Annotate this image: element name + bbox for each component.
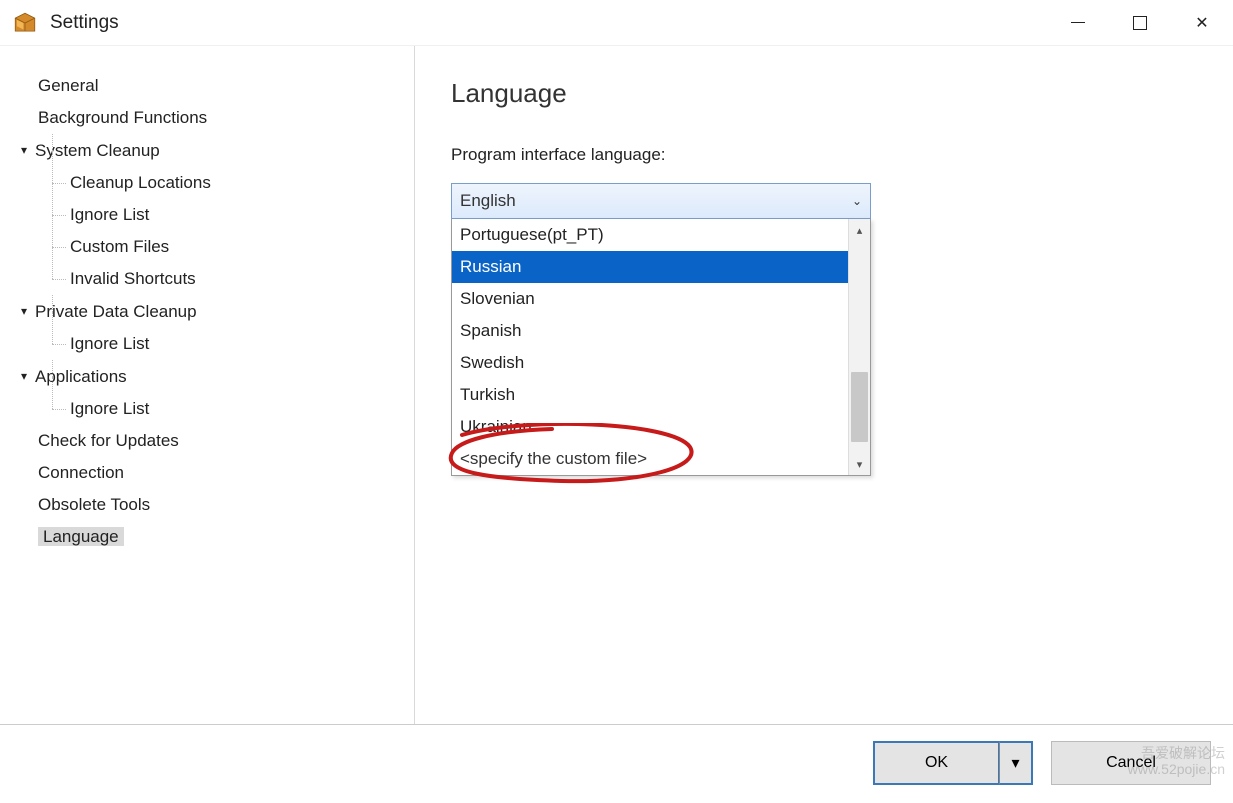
chevron-down-icon: ⌄ (852, 194, 862, 208)
chevron-down-icon: ▾ (18, 134, 30, 166)
tree-item-general[interactable]: General (18, 70, 414, 102)
tree-item-ignore-list[interactable]: Ignore List (18, 199, 414, 231)
combobox-header[interactable]: English ⌄ (451, 183, 871, 219)
tree-item-system-cleanup[interactable]: ▾System Cleanup (18, 134, 414, 167)
tree-item-applications[interactable]: ▾Applications (18, 360, 414, 393)
tree-item-ignore-list-3[interactable]: Ignore List (18, 393, 414, 425)
app-icon (12, 10, 38, 36)
dropdown-option[interactable]: Turkish (452, 379, 848, 411)
titlebar: Settings ✕ (0, 0, 1233, 46)
chevron-down-icon: ▾ (18, 295, 30, 327)
ok-button[interactable]: OK (873, 741, 999, 785)
window-controls: ✕ (1047, 0, 1233, 45)
dropdown-option[interactable]: Slovenian (452, 283, 848, 315)
tree-item-connection[interactable]: Connection (18, 457, 414, 489)
close-button[interactable]: ✕ (1171, 0, 1233, 45)
maximize-button[interactable] (1109, 0, 1171, 45)
tree-item-language[interactable]: Language (18, 521, 414, 553)
combobox-selected-value: English (460, 191, 516, 211)
content-pane: Language Program interface language: Eng… (415, 46, 1233, 724)
tree-item-obsolete-tools[interactable]: Obsolete Tools (18, 489, 414, 521)
window-title: Settings (50, 12, 119, 34)
language-dropdown: Portuguese(pt_PT) Russian Slovenian Span… (451, 219, 871, 476)
page-heading: Language (451, 78, 1233, 109)
chevron-down-icon: ▾ (18, 360, 30, 392)
dropdown-option[interactable]: Swedish (452, 347, 848, 379)
scrollbar-track[interactable] (849, 241, 870, 453)
settings-tree: General Background Functions ▾System Cle… (0, 46, 415, 724)
ok-button-group: OK ▾ (873, 741, 1033, 785)
language-combobox[interactable]: English ⌄ Portuguese(pt_PT) Russian Slov… (451, 183, 871, 219)
ok-dropdown-button[interactable]: ▾ (999, 741, 1033, 785)
tree-item-cleanup-locations[interactable]: Cleanup Locations (18, 167, 414, 199)
scroll-down-icon[interactable]: ▾ (849, 453, 870, 475)
tree-item-custom-files[interactable]: Custom Files (18, 231, 414, 263)
scrollbar-thumb[interactable] (851, 372, 868, 442)
cancel-button[interactable]: Cancel (1051, 741, 1211, 785)
dropdown-option[interactable]: Portuguese(pt_PT) (452, 219, 848, 251)
dropdown-option-highlighted[interactable]: Russian (452, 251, 848, 283)
dialog-footer: OK ▾ Cancel (0, 724, 1233, 800)
tree-item-check-for-updates[interactable]: Check for Updates (18, 425, 414, 457)
field-label-language: Program interface language: (451, 145, 1233, 165)
dropdown-scrollbar[interactable]: ▴ ▾ (848, 219, 870, 475)
tree-item-ignore-list-2[interactable]: Ignore List (18, 328, 414, 360)
tree-item-invalid-shortcuts[interactable]: Invalid Shortcuts (18, 263, 414, 295)
minimize-button[interactable] (1047, 0, 1109, 45)
dropdown-option[interactable]: Ukrainian (452, 411, 848, 443)
dropdown-option[interactable]: Spanish (452, 315, 848, 347)
scroll-up-icon[interactable]: ▴ (849, 219, 870, 241)
dropdown-option-custom-file[interactable]: <specify the custom file> (452, 443, 848, 475)
tree-item-background-functions[interactable]: Background Functions (18, 102, 414, 134)
tree-item-private-data-cleanup[interactable]: ▾Private Data Cleanup (18, 295, 414, 328)
